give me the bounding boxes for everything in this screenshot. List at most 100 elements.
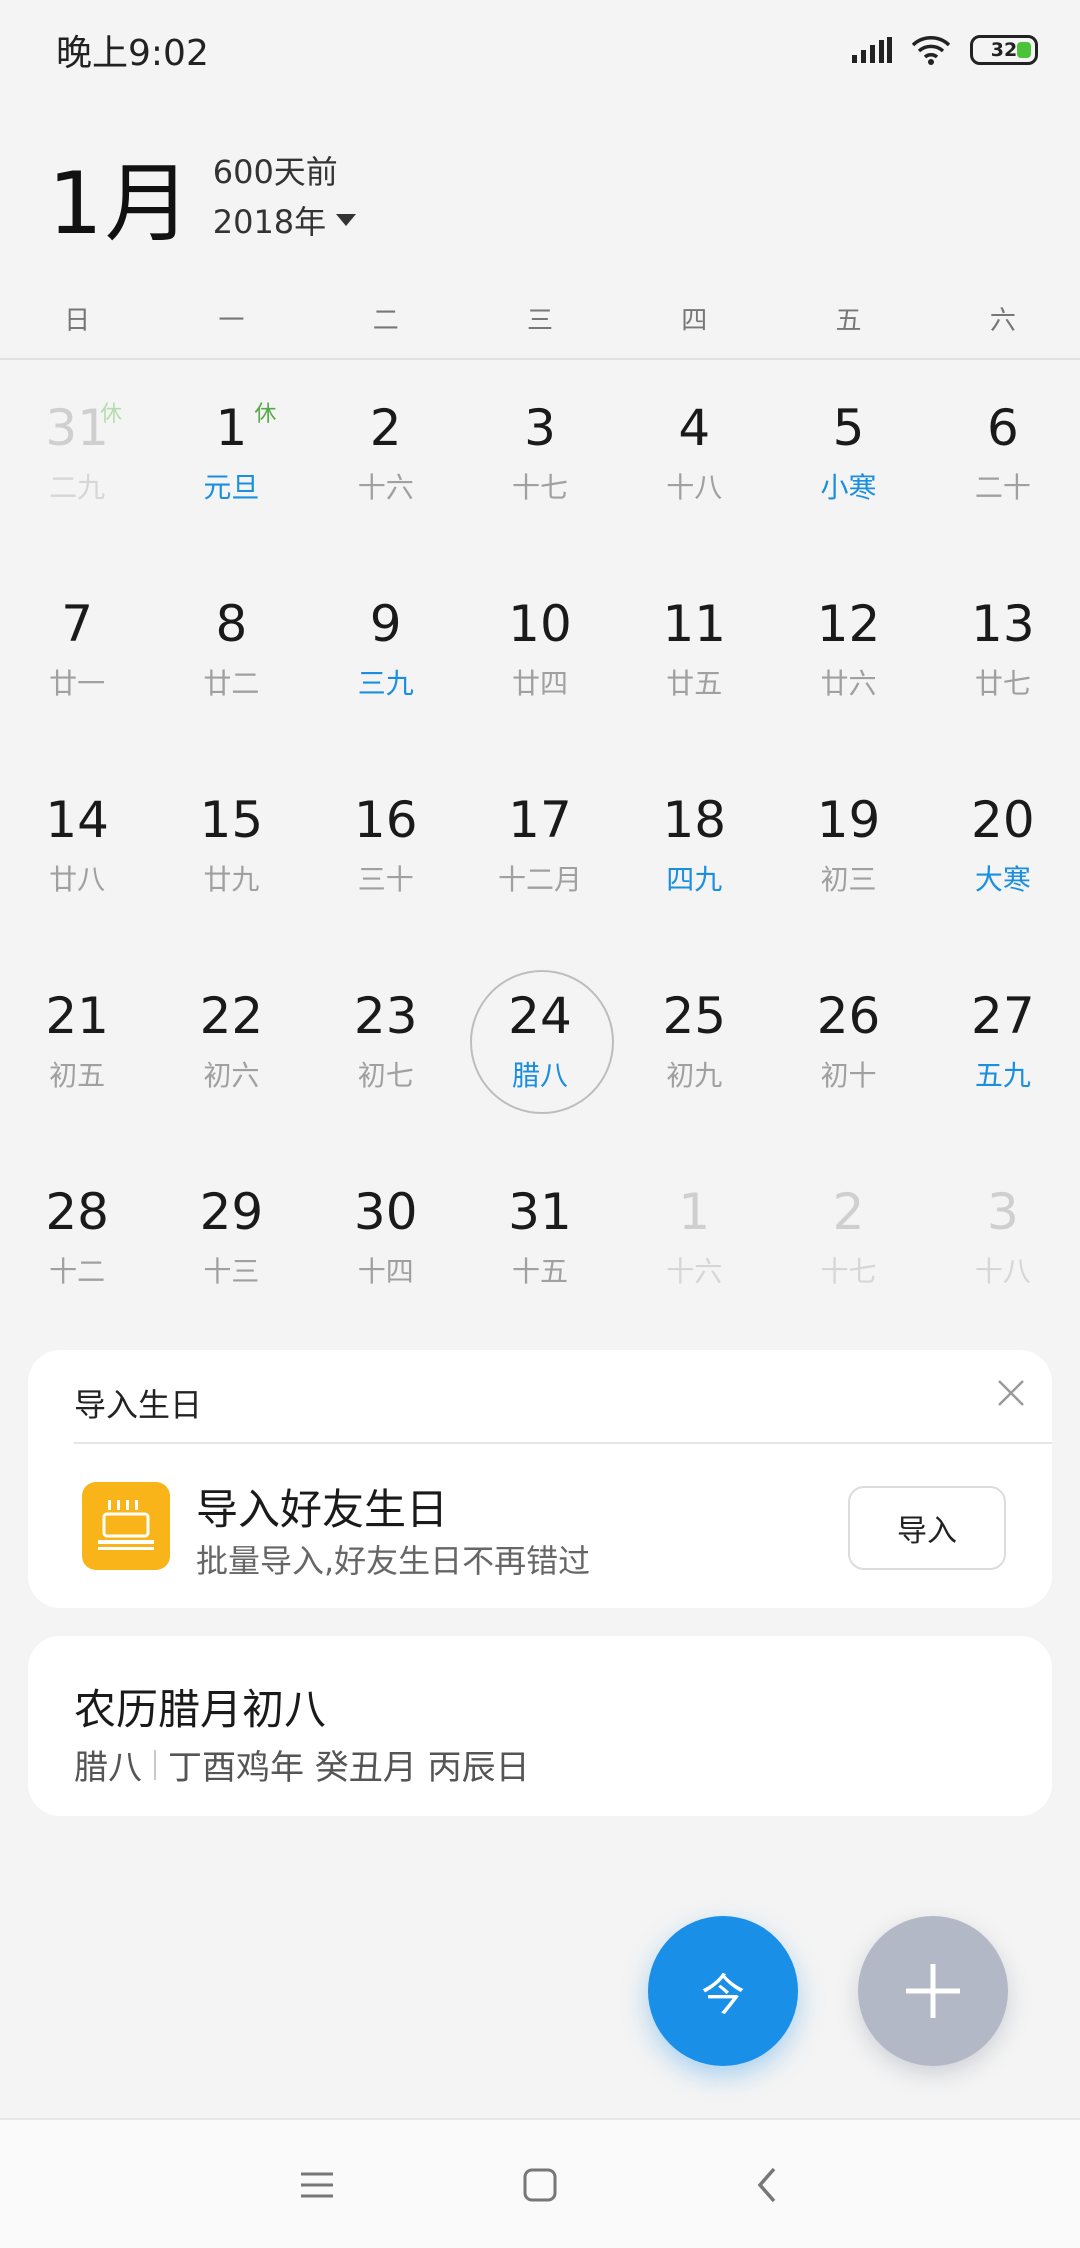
lunar-day: 十八 bbox=[974, 1255, 1031, 1288]
calendar-day[interactable]: 28 十二 bbox=[0, 1146, 154, 1342]
lunar-day: 廿五 bbox=[666, 667, 723, 700]
signal-icon bbox=[852, 37, 892, 63]
calendar-day[interactable]: 30 十四 bbox=[309, 1146, 463, 1342]
day-number: 23 bbox=[353, 987, 418, 1045]
lunar-day: 初七 bbox=[357, 1059, 414, 1092]
year-label: 2018年 bbox=[212, 203, 327, 241]
navigation-bar bbox=[0, 2118, 1080, 2248]
calendar-day-today[interactable]: 24 腊八 bbox=[463, 950, 617, 1146]
calendar-day[interactable]: 21 初五 bbox=[0, 950, 154, 1146]
day-number: 22 bbox=[199, 987, 264, 1045]
lunar-day: 十五 bbox=[511, 1255, 568, 1288]
day-number: 3 bbox=[986, 1183, 1019, 1241]
import-button[interactable]: 导入 bbox=[848, 1486, 1006, 1570]
calendar-day[interactable]: 5 小寒 bbox=[771, 362, 925, 558]
lunar-day: 二九 bbox=[49, 471, 106, 504]
calendar-day[interactable]: 25 初九 bbox=[617, 950, 771, 1146]
holiday-tag: 休 bbox=[254, 402, 277, 427]
lunar-day: 十七 bbox=[820, 1255, 877, 1288]
menu-icon[interactable] bbox=[290, 2158, 344, 2212]
lunar-day: 初十 bbox=[820, 1059, 877, 1092]
separator bbox=[154, 1749, 156, 1780]
lunar-info-card[interactable]: 农历腊月初八 腊八 丁酉鸡年 癸丑月 丙辰日 bbox=[28, 1636, 1052, 1816]
day-number: 29 bbox=[199, 1183, 264, 1241]
calendar-day[interactable]: 31 二九休 bbox=[0, 362, 154, 558]
calendar-day[interactable]: 27 五九 bbox=[926, 950, 1080, 1146]
day-number: 4 bbox=[678, 399, 711, 457]
today-button[interactable]: 今 bbox=[648, 1916, 798, 2066]
day-number: 10 bbox=[508, 595, 572, 653]
back-icon[interactable] bbox=[740, 2158, 794, 2212]
lunar-day: 廿七 bbox=[974, 667, 1031, 700]
calendar-day[interactable]: 29 十三 bbox=[154, 1146, 308, 1342]
import-sub-text: 批量导入,好友生日不再错过 bbox=[196, 1542, 591, 1580]
day-number: 17 bbox=[508, 791, 572, 849]
holiday-tag: 休 bbox=[100, 402, 123, 427]
status-icons: 32 bbox=[852, 34, 1038, 66]
calendar-day[interactable]: 26 初十 bbox=[771, 950, 925, 1146]
calendar-day[interactable]: 17 十二月 bbox=[463, 754, 617, 950]
calendar-day[interactable]: 2 十六 bbox=[309, 362, 463, 558]
calendar-day[interactable]: 6 二十 bbox=[926, 362, 1080, 558]
calendar-day[interactable]: 9 三九 bbox=[309, 558, 463, 754]
lunar-day: 腊八 bbox=[511, 1059, 568, 1092]
lunar-day: 廿九 bbox=[203, 863, 260, 896]
calendar-day[interactable]: 31 十五 bbox=[463, 1146, 617, 1342]
calendar-day[interactable]: 12 廿六 bbox=[771, 558, 925, 754]
lunar-day: 初五 bbox=[49, 1059, 106, 1092]
calendar-day[interactable]: 1 十六 bbox=[617, 1146, 771, 1342]
day-number: 5 bbox=[832, 399, 865, 457]
calendar-day[interactable]: 22 初六 bbox=[154, 950, 308, 1146]
lunar-day: 初九 bbox=[666, 1059, 723, 1092]
calendar-day[interactable]: 14 廿八 bbox=[0, 754, 154, 950]
calendar-day[interactable]: 19 初三 bbox=[771, 754, 925, 950]
wifi-icon bbox=[911, 36, 951, 65]
day-number: 3 bbox=[524, 399, 556, 457]
lunar-title: 农历腊月初八 bbox=[74, 1685, 327, 1734]
day-number: 20 bbox=[971, 791, 1035, 849]
day-number: 12 bbox=[816, 595, 881, 653]
calendar-day[interactable]: 23 初七 bbox=[309, 950, 463, 1146]
calendar-day[interactable]: 20 大寒 bbox=[926, 754, 1080, 950]
lunar-day: 廿四 bbox=[511, 667, 568, 700]
lunar-day: 十三 bbox=[203, 1255, 260, 1288]
day-number: 2 bbox=[832, 1183, 865, 1241]
month-title: 1月 bbox=[48, 153, 193, 254]
lunar-day: 小寒 bbox=[820, 471, 877, 504]
calendar-day[interactable]: 3 十七 bbox=[463, 362, 617, 558]
calendar-day[interactable]: 7 廿一 bbox=[0, 558, 154, 754]
calendar-day[interactable]: 15 廿九 bbox=[154, 754, 308, 950]
lunar-day: 五九 bbox=[974, 1059, 1031, 1092]
close-icon[interactable] bbox=[996, 1378, 1026, 1408]
weekday-label: 日 bbox=[64, 306, 91, 336]
status-time: 晚上9:02 bbox=[56, 33, 209, 74]
day-number: 13 bbox=[971, 595, 1035, 653]
calendar-day[interactable]: 10 廿四 bbox=[463, 558, 617, 754]
battery-icon: 32 bbox=[970, 35, 1038, 65]
day-number: 1 bbox=[678, 1183, 711, 1241]
home-icon[interactable] bbox=[513, 2158, 567, 2212]
calendar-day[interactable]: 11 廿五 bbox=[617, 558, 771, 754]
days-ago-label: 600天前 bbox=[212, 153, 338, 191]
calendar-day[interactable]: 16 三十 bbox=[309, 754, 463, 950]
lunar-day: 廿二 bbox=[203, 667, 260, 700]
add-event-button[interactable] bbox=[858, 1916, 1008, 2066]
day-number: 31 bbox=[508, 1183, 572, 1241]
calendar-day[interactable]: 1 元旦 休 bbox=[154, 362, 308, 558]
import-birthday-card: 导入生日 导入好友生日 批量导入,好友生日不再错过 导入 bbox=[28, 1350, 1052, 1608]
calendar-day[interactable]: 13 廿七 bbox=[926, 558, 1080, 754]
month-header: 1月 600天前 2018年 bbox=[48, 140, 357, 254]
year-selector[interactable]: 2018年 bbox=[212, 197, 357, 243]
calendar-day[interactable]: 18 四九 bbox=[617, 754, 771, 950]
calendar-day[interactable]: 4 十八 bbox=[617, 362, 771, 558]
divider bbox=[74, 1442, 1052, 1444]
calendar-day[interactable]: 8 廿二 bbox=[154, 558, 308, 754]
day-number: 24 bbox=[508, 987, 572, 1045]
lunar-day: 四九 bbox=[666, 863, 723, 896]
status-bar: 晚上9:02 32 bbox=[0, 0, 1080, 100]
lunar-day: 初三 bbox=[820, 863, 877, 896]
day-number: 6 bbox=[986, 399, 1019, 457]
calendar-day[interactable]: 3 十八 bbox=[926, 1146, 1080, 1342]
calendar-day[interactable]: 2 十七 bbox=[771, 1146, 925, 1342]
day-number: 9 bbox=[369, 595, 402, 653]
